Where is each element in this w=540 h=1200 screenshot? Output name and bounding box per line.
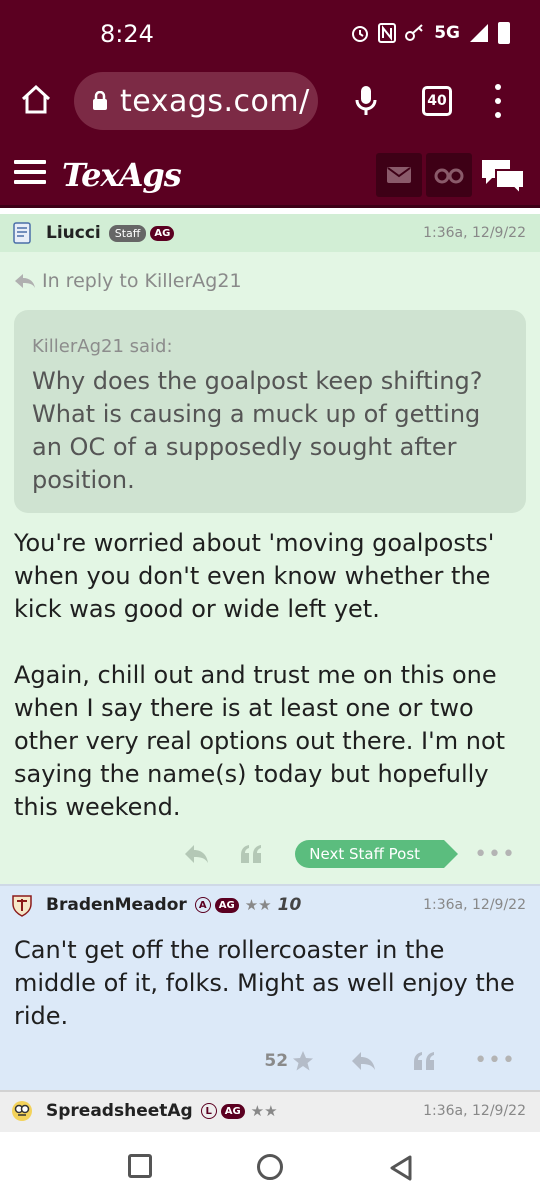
alarm-icon [352, 26, 369, 42]
menu-icon[interactable] [488, 84, 508, 118]
star-count-button[interactable]: 52 [264, 1050, 314, 1072]
post-actions: Next Staff Post ••• [183, 840, 516, 868]
post-header: BradenMeador A AG ★★ 10 1:36a, 12/9/22 [0, 886, 540, 924]
back-icon[interactable] [388, 1154, 414, 1182]
post-member: SpreadsheetAg L AG ★★ 1:36a, 12/9/22 [0, 1090, 540, 1132]
user-avatar-icon[interactable] [10, 221, 34, 245]
reply-to-text: In reply to KillerAg21 [42, 270, 242, 292]
a-badge: A [194, 897, 211, 913]
user-avatar-icon[interactable] [10, 1099, 34, 1123]
site-logo[interactable]: TexAgs [62, 156, 182, 194]
status-time: 8:24 [100, 20, 154, 48]
more-icon[interactable]: ••• [474, 842, 516, 867]
username[interactable]: Liucci [46, 223, 101, 243]
browser-toolbar: texags.com/ 40 [0, 70, 540, 134]
nav-home-icon[interactable] [257, 1154, 283, 1180]
key-icon [405, 24, 423, 41]
rank-stars: ★★ [244, 896, 272, 914]
quote-icon[interactable] [412, 1050, 438, 1072]
next-staff-post-button[interactable]: Next Staff Post [295, 840, 458, 868]
recent-apps-icon[interactable] [128, 1154, 152, 1178]
system-nav-bar [0, 1134, 540, 1200]
post-timestamp[interactable]: 1:36a, 12/9/22 [423, 897, 526, 913]
ag-badge: AG [214, 897, 239, 913]
quote-icon[interactable] [239, 843, 265, 865]
post-staff: Liucci Staff AG 1:36a, 12/9/22 In reply … [0, 214, 540, 884]
more-icon[interactable]: ••• [474, 1048, 516, 1073]
reply-arrow-icon [15, 274, 35, 288]
staff-badge: Staff [108, 224, 147, 242]
home-icon[interactable] [18, 82, 54, 118]
post-header: Liucci Staff AG 1:36a, 12/9/22 [0, 214, 540, 252]
status-bar: 8:24 5G [0, 0, 540, 70]
star-count: 52 [264, 1050, 289, 1071]
post-header: SpreadsheetAg L AG ★★ 1:36a, 12/9/22 [0, 1092, 540, 1130]
star-icon [293, 1050, 314, 1070]
l-badge: L [200, 1103, 217, 1119]
reply-icon[interactable] [350, 1050, 376, 1072]
years-badge: 10 [277, 895, 302, 915]
user-avatar-icon[interactable] [10, 893, 34, 917]
post-body: Can't get off the rollercoaster in the m… [14, 936, 515, 1030]
post-timestamp[interactable]: 1:36a, 12/9/22 [423, 1103, 526, 1119]
reply-to-link[interactable]: In reply to KillerAg21 [14, 270, 242, 292]
quote-author: KillerAg21 said: [32, 336, 173, 357]
post-member: BradenMeador A AG ★★ 10 1:36a, 12/9/22 C… [0, 884, 540, 1090]
battery-icon [498, 22, 510, 44]
tabs-icon[interactable]: 40 [422, 86, 452, 116]
status-icons: 5G [350, 22, 510, 44]
tab-count: 40 [427, 93, 447, 109]
nfc-icon [378, 23, 397, 43]
ag-badge: AG [150, 225, 175, 241]
messages-button[interactable] [376, 153, 422, 197]
signal-icon [470, 24, 488, 42]
binoculars-icon [434, 168, 464, 184]
post-body: You're worried about 'moving goalposts' … [14, 529, 506, 821]
quote-block: KillerAg21 said: Why does the goalpost k… [14, 310, 526, 513]
url-text: texags.com/ [120, 83, 310, 119]
username[interactable]: SpreadsheetAg [46, 1101, 193, 1121]
username[interactable]: BradenMeador [46, 895, 187, 915]
watched-button[interactable] [426, 153, 472, 197]
quote-text: Why does the goalpost keep shifting? Wha… [32, 367, 483, 494]
mic-icon[interactable] [352, 84, 380, 118]
network-label: 5G [434, 23, 460, 43]
mail-icon [387, 167, 411, 183]
rank-stars: ★★ [250, 1102, 278, 1120]
post-actions: 52 ••• [264, 1048, 516, 1073]
hamburger-icon[interactable] [14, 160, 46, 184]
address-bar[interactable]: texags.com/ [74, 72, 318, 130]
chat-icon[interactable] [480, 156, 526, 196]
post-timestamp[interactable]: 1:36a, 12/9/22 [423, 225, 526, 241]
reply-icon[interactable] [183, 843, 209, 865]
lock-icon [93, 91, 107, 110]
ag-badge: AG [220, 1103, 245, 1119]
site-header: TexAgs [0, 134, 540, 208]
